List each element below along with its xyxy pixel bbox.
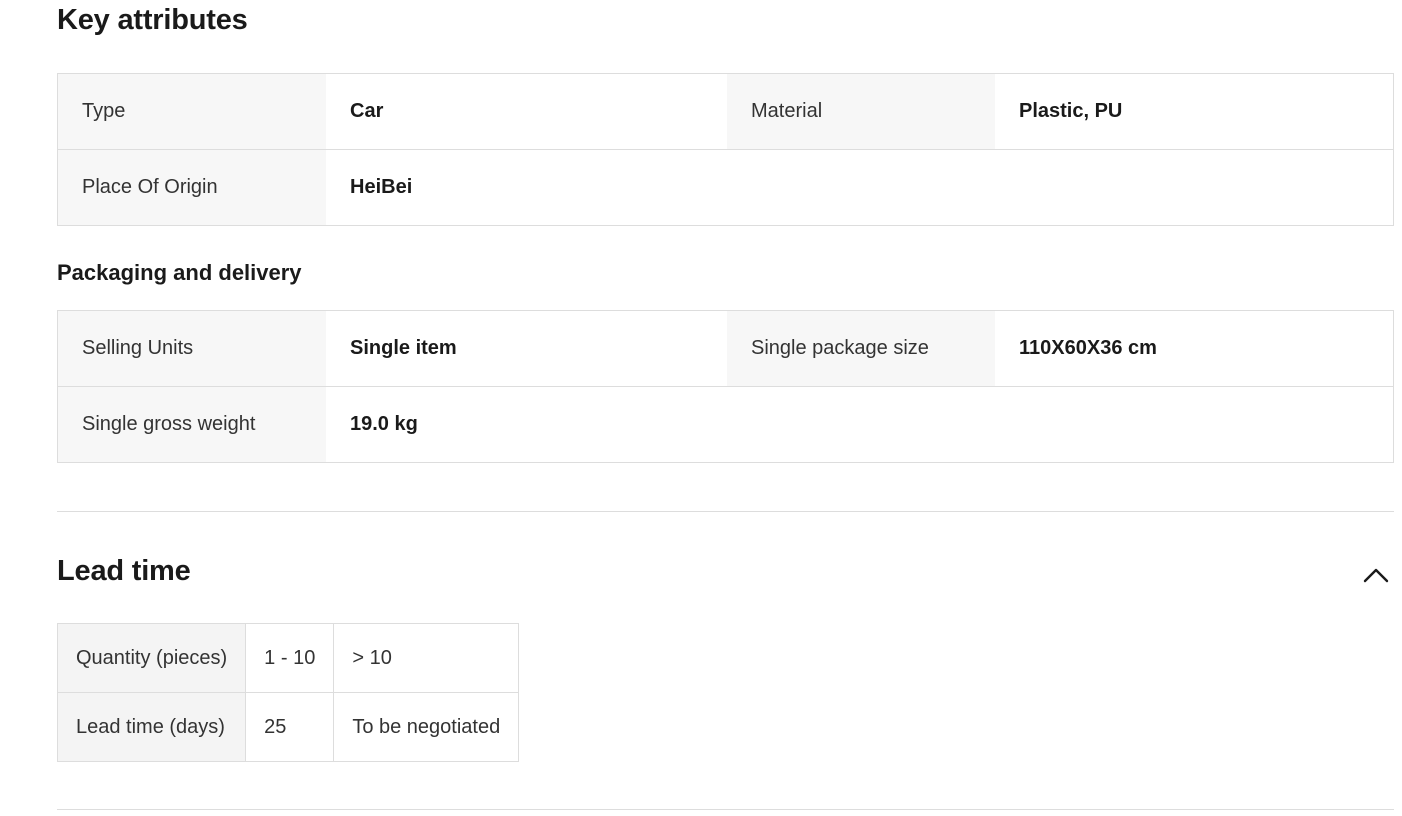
table-row: Type Car Material Plastic, PU [58,74,1393,150]
attribute-label: Place Of Origin [58,150,326,225]
table-row: Quantity (pieces) 1 - 10 > 10 [56,623,520,693]
attribute-value: Plastic, PU [1019,100,1123,122]
key-attributes-table: Type Car Material Plastic, PU Place Of O… [57,73,1394,226]
attribute-value: HeiBei [350,176,413,198]
attribute-label: Single package size [727,311,995,386]
attribute-label: Single gross weight [58,387,326,462]
packaging-heading: Packaging and delivery [57,260,302,285]
lead-days-label: Lead time (days) [56,692,247,762]
attribute-value: 110X60X36 cm [1019,337,1157,359]
attribute-value: Single item [350,337,457,359]
attribute-value: 19.0 kg [350,413,418,435]
lead-time-heading: Lead time [57,555,191,587]
lead-days-value: To be negotiated [333,692,520,762]
table-row: Selling Units Single item Single package… [58,311,1393,387]
packaging-table: Selling Units Single item Single package… [57,310,1394,463]
table-row: Lead time (days) 25 To be negotiated [56,692,520,762]
attribute-label: Selling Units [58,311,326,386]
section-divider [57,809,1394,810]
quantity-range: > 10 [333,623,520,693]
lead-time-table: Quantity (pieces) 1 - 10 > 10 Lead time … [56,623,520,762]
chevron-up-icon[interactable] [1362,562,1390,586]
attribute-label: Material [727,74,995,149]
section-divider [57,511,1394,512]
table-row: Place Of Origin HeiBei [58,150,1393,225]
quantity-label: Quantity (pieces) [56,623,247,693]
quantity-range: 1 - 10 [245,623,335,693]
key-attributes-heading: Key attributes [57,4,248,36]
attribute-value: Car [350,100,384,122]
table-row: Single gross weight 19.0 kg [58,387,1393,462]
attribute-label: Type [58,74,326,149]
lead-days-value: 25 [245,692,335,762]
